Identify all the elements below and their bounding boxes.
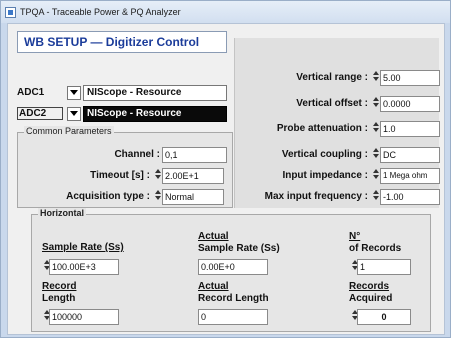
vertical-coupling-row: Vertical coupling : DC: [237, 146, 440, 163]
max-input-frequency-row: Max input frequency : -1.00: [237, 188, 440, 205]
record-length-field[interactable]: 100000: [49, 309, 119, 325]
sample-rate-label-text: Sample Rate (Ss): [42, 242, 124, 253]
channel-row: Channel : 0,1: [17, 146, 227, 163]
records-acquired-label-line1: Records: [349, 281, 390, 292]
vertical-range-spinner-icon[interactable]: [371, 70, 380, 85]
vertical-offset-spinner-icon[interactable]: [371, 96, 380, 111]
adc2-label: ADC2: [17, 107, 63, 120]
app-window: TPQA - Traceable Power & PQ Analyzer WB …: [0, 0, 451, 338]
timeout-row: Timeout [s] : 2.00E+1: [17, 167, 224, 184]
sample-rate-label: Sample Rate (Ss): [42, 242, 124, 254]
channel-label: Channel :: [114, 149, 160, 160]
actual-sample-rate-label: Actual Sample Rate (Ss): [198, 231, 280, 255]
adc2-row: ADC2 NIScope - Resource: [17, 105, 227, 122]
vertical-offset-field[interactable]: 0.0000: [380, 95, 440, 112]
records-acquired-label-line2: Acquired: [349, 293, 393, 304]
number-of-records-label-line1: N°: [349, 231, 361, 242]
app-icon: [5, 6, 16, 18]
horizontal-legend: Horizontal: [38, 208, 86, 218]
acquisition-type-field[interactable]: Normal: [162, 188, 224, 205]
vertical-offset-row: Vertical offset : 0.0000: [237, 95, 440, 112]
vertical-offset-label: Vertical offset :: [296, 98, 368, 109]
acquisition-type-label: Acquisition type :: [66, 191, 150, 202]
vertical-range-field[interactable]: 5.00: [380, 69, 440, 86]
acquisition-type-spinner-icon[interactable]: [153, 189, 162, 204]
vertical-coupling-field[interactable]: DC: [380, 146, 440, 163]
records-acquired-field: 0: [357, 309, 411, 325]
timeout-spinner-icon[interactable]: [153, 168, 162, 183]
actual-record-length-label-line2: Record Length: [198, 293, 269, 304]
probe-attenuation-field[interactable]: 1.0: [380, 120, 440, 137]
adc1-label: ADC1: [17, 87, 45, 98]
input-impedance-row: Input impedance : 1 Mega ohm: [237, 167, 440, 184]
probe-attenuation-row: Probe attenuation : 1.0: [237, 120, 440, 137]
input-impedance-label: Input impedance :: [282, 170, 368, 181]
window-title: TPQA - Traceable Power & PQ Analyzer: [20, 7, 181, 17]
acquisition-type-row: Acquisition type : Normal: [17, 188, 224, 205]
actual-sample-rate-label-line1: Actual: [198, 231, 229, 242]
input-impedance-field[interactable]: 1 Mega ohm: [380, 167, 440, 184]
adc1-resource-field[interactable]: NIScope - Resource: [83, 84, 227, 101]
record-length-label-line1: Record: [42, 281, 77, 292]
timeout-field[interactable]: 2.00E+1: [162, 167, 224, 184]
title-bar: TPQA - Traceable Power & PQ Analyzer: [1, 1, 450, 23]
timeout-label: Timeout [s] :: [90, 170, 150, 181]
actual-sample-rate-label-line2: Sample Rate (Ss): [198, 243, 280, 254]
number-of-records-field[interactable]: 1: [357, 259, 411, 275]
record-length-label-line2: Length: [42, 293, 76, 304]
number-of-records-label-line2: of Records: [349, 243, 402, 254]
max-input-frequency-label: Max input frequency :: [264, 191, 368, 202]
number-of-records-label: N° of Records: [349, 231, 401, 255]
vertical-range-label: Vertical range :: [296, 72, 368, 83]
common-parameters-legend: Common Parameters: [24, 126, 114, 136]
max-input-frequency-field[interactable]: -1.00: [380, 188, 440, 205]
actual-record-length-label-line1: Actual: [198, 281, 229, 292]
actual-record-length-label: Actual Record Length: [198, 281, 269, 305]
probe-attenuation-label: Probe attenuation :: [276, 123, 368, 134]
max-input-frequency-spinner-icon[interactable]: [371, 189, 380, 204]
adc2-resource-field[interactable]: NIScope - Resource: [83, 105, 227, 122]
adc1-row: ADC1 NIScope - Resource: [17, 84, 227, 101]
records-acquired-label: Records Acquired: [349, 281, 392, 305]
sample-rate-field[interactable]: 100.00E+3: [49, 259, 119, 275]
input-impedance-spinner-icon[interactable]: [371, 168, 380, 183]
probe-attenuation-spinner-icon[interactable]: [371, 121, 380, 136]
record-length-label: Record Length: [42, 281, 76, 305]
actual-sample-rate-field: 0.00E+0: [198, 259, 268, 275]
channel-field[interactable]: 0,1: [162, 146, 227, 163]
vertical-coupling-spinner-icon[interactable]: [371, 147, 380, 162]
actual-record-length-field: 0: [198, 309, 268, 325]
vertical-coupling-label: Vertical coupling :: [281, 149, 368, 160]
adc2-dropdown-icon[interactable]: [67, 106, 81, 121]
adc1-dropdown-icon[interactable]: [67, 85, 81, 100]
vertical-range-row: Vertical range : 5.00: [237, 69, 440, 86]
page-title: WB SETUP — Digitizer Control: [17, 31, 227, 53]
